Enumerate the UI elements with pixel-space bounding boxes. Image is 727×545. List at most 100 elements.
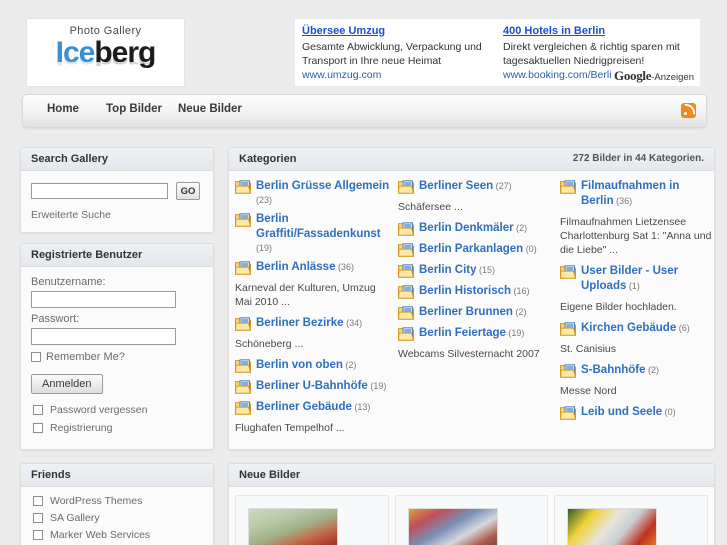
category-link[interactable]: Berlin Parkanlagen: [419, 243, 523, 255]
search-input[interactable]: [31, 183, 168, 199]
ad-title-link[interactable]: Übersee Umzug: [302, 24, 497, 38]
nav-item-top-bilder[interactable]: Top Bilder: [106, 103, 162, 115]
category-link[interactable]: Berlin Grüsse Allgemein: [256, 180, 389, 192]
link-password-forgotten[interactable]: Password vergessen: [33, 404, 203, 416]
friends-links-list: WordPress Themes SA Gallery Marker Web S…: [21, 487, 213, 541]
site-logo[interactable]: Photo Gallery Iceberg Iceberg: [27, 19, 184, 86]
category-link[interactable]: Berlin City: [419, 264, 477, 276]
category-item[interactable]: Berlin von oben (2): [235, 358, 390, 373]
category-item[interactable]: S-Bahnhöfe (2): [560, 363, 715, 378]
category-count: (36): [335, 262, 354, 272]
link-label: SA Gallery: [50, 512, 100, 524]
ad-title-link[interactable]: 400 Hotels in Berlin: [503, 24, 698, 38]
category-folder-icon: [398, 285, 414, 299]
category-link[interactable]: Berliner Seen: [419, 180, 493, 192]
category-count: (2): [342, 360, 357, 370]
new-images-panel-title: Neue Bilder: [229, 464, 714, 487]
ad-url[interactable]: www.umzug.com: [302, 68, 497, 82]
category-count: (0): [662, 407, 676, 417]
nav-item-neue-bilder[interactable]: Neue Bilder: [178, 103, 242, 115]
category-item[interactable]: Berliner Seen (27): [398, 179, 553, 194]
thumbnail-image[interactable]: [248, 508, 338, 545]
category-link[interactable]: S-Bahnhöfe: [581, 364, 646, 376]
category-item[interactable]: Berliner U-Bahnhöfe (19): [235, 379, 390, 394]
category-link[interactable]: Berliner Bezirke: [256, 317, 344, 329]
advanced-search-link[interactable]: Erweiterte Suche: [21, 200, 213, 221]
category-link[interactable]: Kirchen Gebäude: [581, 322, 676, 334]
login-submit-button[interactable]: Anmelden: [31, 374, 103, 394]
remember-me-row[interactable]: Remember Me?: [31, 351, 203, 363]
category-item[interactable]: Berlin Graffiti/Fassadenkunst (19): [235, 212, 390, 254]
category-item[interactable]: Berlin Grüsse Allgemein (23): [235, 179, 390, 206]
category-count: (16): [511, 286, 530, 296]
category-item[interactable]: Berlin Feiertage (19): [398, 326, 553, 341]
category-folder-icon: [560, 322, 576, 336]
category-link[interactable]: Berlin Historisch: [419, 285, 511, 297]
thumbnail-image[interactable]: [567, 508, 658, 545]
new-images-panel: Neue Bilder: [228, 463, 715, 545]
category-item[interactable]: Berlin Parkanlagen (0): [398, 242, 553, 257]
category-description: Messe Nord: [560, 385, 617, 397]
category-count: (19): [367, 381, 387, 391]
thumbnail-card[interactable]: [554, 495, 709, 545]
category-item[interactable]: Leib und Seele (0): [560, 405, 715, 420]
thumbnail-card[interactable]: [394, 495, 549, 545]
thumbnail-image[interactable]: [407, 508, 498, 545]
ad-item[interactable]: Übersee Umzug Gesamte Abwicklung, Verpac…: [302, 24, 497, 82]
category-item[interactable]: Berlin Anlässe (36): [235, 260, 390, 275]
category-item[interactable]: Filmaufnahmen in Berlin (36): [560, 179, 715, 209]
category-count: (19): [256, 243, 273, 253]
ad-line2: Transport in Ihre neue Heimat: [302, 55, 442, 67]
username-field[interactable]: [31, 291, 176, 308]
category-description: Eigene Bilder hochladen.: [560, 301, 677, 313]
category-item[interactable]: Berliner Brunnen (2): [398, 305, 553, 320]
category-folder-icon: [398, 264, 414, 278]
category-link[interactable]: Berlin Anlässe: [256, 261, 335, 273]
search-go-button[interactable]: GO: [176, 182, 201, 200]
category-item[interactable]: Berlin Denkmäler (2): [398, 221, 553, 236]
ad-line2: tagesaktuellen Niedrigpreisen!: [503, 55, 645, 67]
categories-column: Berlin Grüsse Allgemein (23) Berlin Graff…: [235, 179, 390, 442]
categories-column: Berliner Seen (27) Schäfersee ... Berlin D…: [398, 179, 553, 368]
ad-line1: Gesamte Abwicklung, Verpackung und: [302, 41, 482, 53]
category-item[interactable]: Berliner Gebäude (13): [235, 400, 390, 415]
category-link[interactable]: Berlin Denkmäler: [419, 222, 514, 234]
category-link[interactable]: Leib und Seele: [581, 406, 662, 418]
category-count: (1): [626, 281, 640, 291]
friend-link-sa-gallery[interactable]: SA Gallery: [33, 512, 203, 524]
username-label: Benutzername:: [31, 276, 106, 288]
category-link[interactable]: Berlin Graffiti/Fassadenkunst: [256, 213, 381, 240]
category-item[interactable]: Berliner Bezirke (34): [235, 316, 390, 331]
category-folder-icon: [235, 180, 251, 194]
rss-icon[interactable]: [681, 103, 696, 118]
category-link[interactable]: Berliner Brunnen: [419, 306, 513, 318]
category-item[interactable]: Kirchen Gebäude (6): [560, 321, 715, 336]
friend-link-marker-web-services[interactable]: Marker Web Services: [33, 529, 203, 541]
category-count: (2): [513, 223, 528, 233]
login-form: Benutzername: Passwort: Remember Me? Anm…: [21, 267, 213, 394]
category-item[interactable]: Berlin Historisch (16): [398, 284, 553, 299]
category-description: Flughafen Tempelhof ...: [235, 422, 345, 434]
category-folder-icon: [235, 213, 251, 227]
password-field[interactable]: [31, 328, 176, 345]
category-count: (13): [351, 402, 371, 412]
categories-title-text: Kategorien: [239, 153, 297, 165]
category-item[interactable]: User Bilder - User Uploads (1): [560, 264, 715, 294]
search-panel-title: Search Gallery: [21, 148, 213, 171]
category-folder-icon: [398, 180, 414, 194]
category-item[interactable]: Berlin City (15): [398, 263, 553, 278]
link-label: WordPress Themes: [50, 495, 143, 507]
category-link[interactable]: Berliner U-Bahnhöfe: [256, 380, 368, 392]
friend-link-wordpress-themes[interactable]: WordPress Themes: [33, 495, 203, 507]
category-link[interactable]: Berliner Gebäude: [256, 401, 352, 413]
category-description: Webcams Silvesternacht 2007: [398, 348, 540, 360]
link-label: Marker Web Services: [50, 529, 151, 541]
category-link[interactable]: Berlin Feiertage: [419, 327, 506, 339]
ad-line1: Direkt vergleichen & richtig sparen mit: [503, 41, 680, 53]
category-link[interactable]: Berlin von oben: [256, 359, 343, 371]
category-description: Filmaufnahmen Lietzensee Charlottenburg …: [560, 216, 712, 256]
thumbnail-card[interactable]: [235, 495, 389, 545]
remember-me-checkbox[interactable]: [31, 352, 41, 362]
nav-item-home[interactable]: Home: [47, 103, 79, 115]
link-registration[interactable]: Registrierung: [33, 422, 203, 434]
